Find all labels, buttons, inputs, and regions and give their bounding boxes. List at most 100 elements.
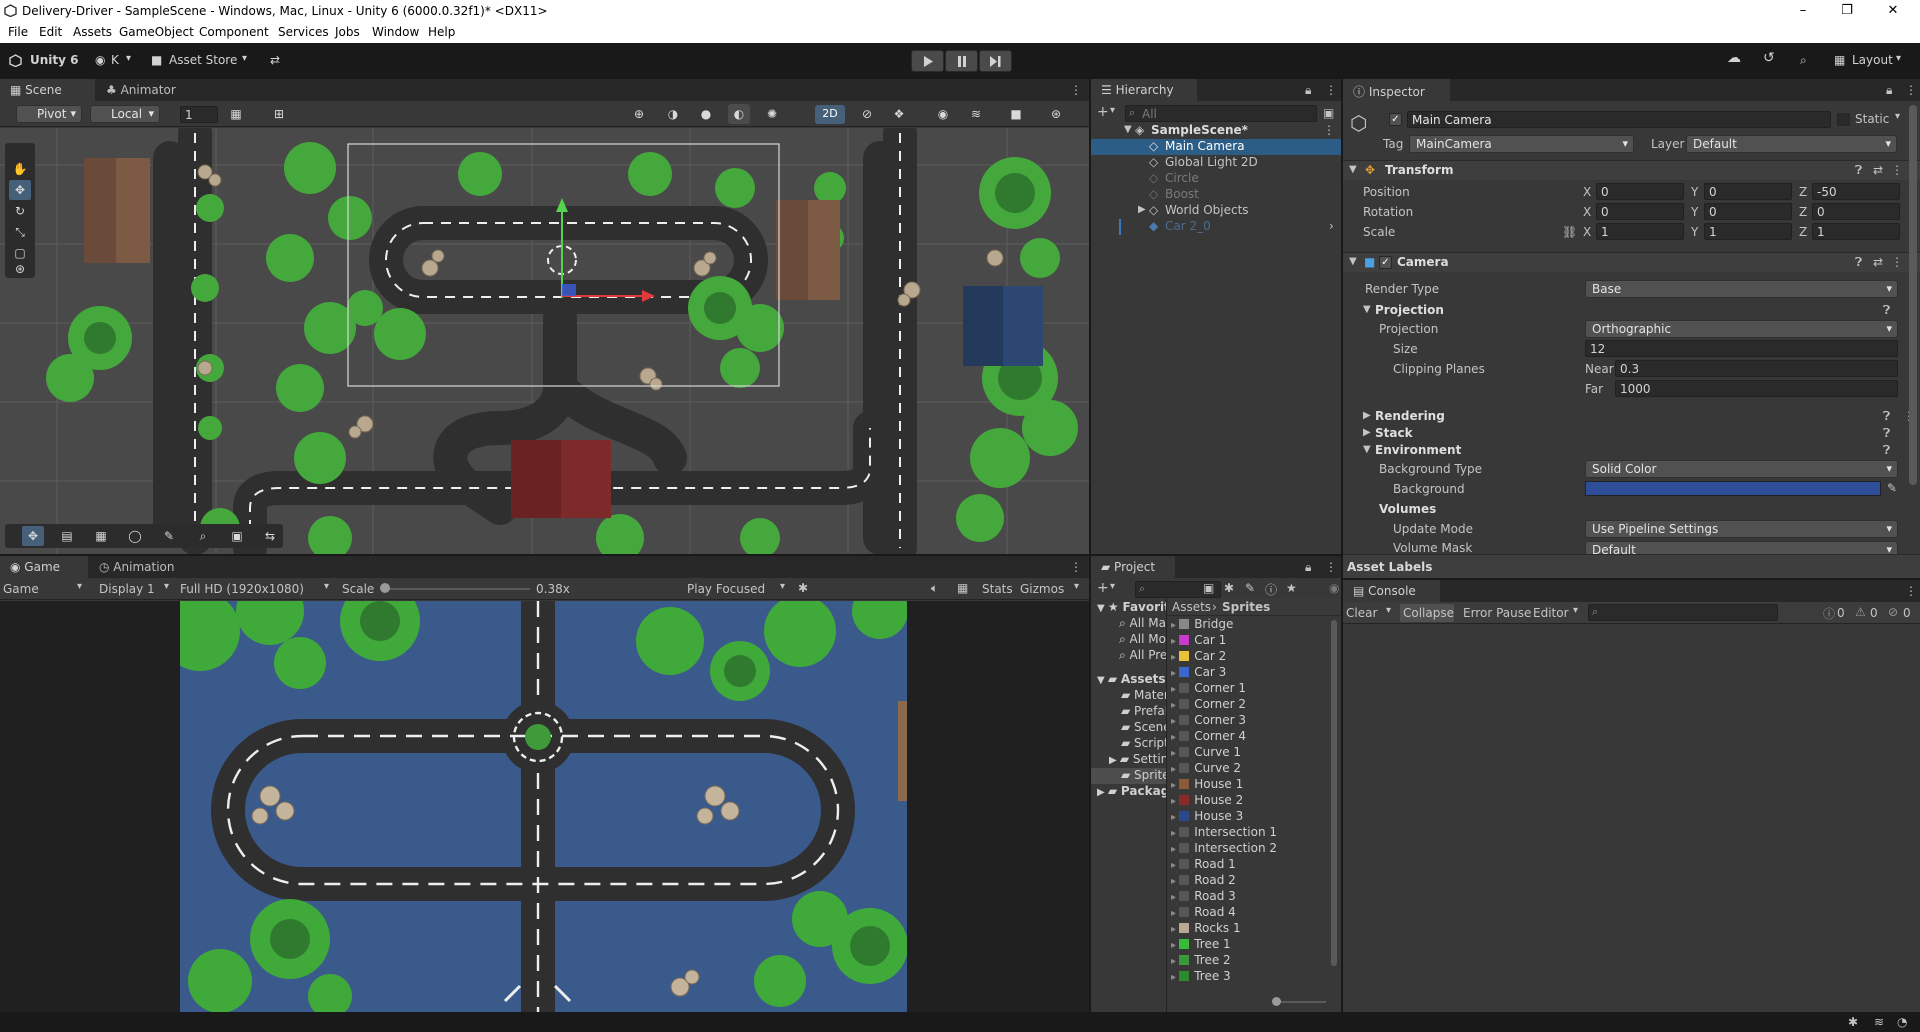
clear-button[interactable]: Clear xyxy=(1346,606,1377,620)
rotation-z-field[interactable]: 0 xyxy=(1812,203,1900,220)
favorite-star-icon[interactable]: ★ xyxy=(1286,581,1297,595)
tab-game[interactable]: ◉ Game xyxy=(0,556,88,578)
tab-animator[interactable]: ♣ Animator xyxy=(96,79,196,101)
info-log-icon[interactable]: ⓘ xyxy=(1823,605,1835,622)
expand-arrow-icon[interactable]: ▸ xyxy=(1171,652,1179,663)
cache-icon[interactable]: ≋ xyxy=(1874,1015,1884,1029)
assets-node[interactable]: ▼ ▰ Assets xyxy=(1091,672,1166,688)
help-icon[interactable]: ❓︎ xyxy=(1883,409,1890,424)
static-checkbox[interactable] xyxy=(1837,113,1850,126)
menu-assets[interactable]: Assets xyxy=(73,25,112,39)
tag-dropdown[interactable]: MainCamera xyxy=(1409,135,1634,153)
expand-arrow-icon[interactable]: ▸ xyxy=(1171,940,1179,951)
expand-arrow-icon[interactable]: ▸ xyxy=(1171,924,1179,935)
tile-palette-icon[interactable]: ▤ xyxy=(56,526,78,546)
near-field[interactable]: 0.3 xyxy=(1615,360,1898,377)
camera-header[interactable]: ▼ ■ ✓ Camera ❓︎ ⇄ ⋮ xyxy=(1343,252,1920,272)
pivot-dropdown[interactable]: Pivot xyxy=(16,105,82,123)
game-viewport[interactable] xyxy=(180,601,907,1012)
folder-item[interactable]: ▰ Materials xyxy=(1121,688,1166,704)
sprite-asset-item[interactable]: ▸ Car 2 xyxy=(1171,649,1226,665)
grid-snap-field[interactable]: 1 xyxy=(180,106,218,123)
hierarchy-item-samplescene[interactable]: ▼ ◈ SampleScene* ⋮ xyxy=(1091,123,1341,139)
icon-size-slider-thumb[interactable] xyxy=(1272,997,1281,1006)
hierarchy-search-input[interactable]: All xyxy=(1125,105,1317,122)
sprite-asset-item[interactable]: ▸ Road 4 xyxy=(1171,905,1236,921)
tab-animation[interactable]: ◷ Animation xyxy=(89,556,189,578)
scale-slider-thumb[interactable] xyxy=(380,583,390,593)
sprite-asset-item[interactable]: ▸ Tree 1 xyxy=(1171,937,1231,953)
expand-arrow-icon[interactable]: ▸ xyxy=(1171,716,1179,727)
expand-arrow-icon[interactable]: ▸ xyxy=(1171,892,1179,903)
object-name-field[interactable]: Main Camera xyxy=(1407,111,1831,128)
menu-edit[interactable]: Edit xyxy=(39,25,62,39)
projection-section-title[interactable]: Projection xyxy=(1375,303,1444,317)
search-icon[interactable]: ⌕ xyxy=(1800,53,1807,68)
menu-gameobject[interactable]: GameObject xyxy=(119,25,194,39)
favorites-node[interactable]: ▼ ★ Favorites xyxy=(1091,600,1166,616)
search-by-label-icon[interactable]: ✎ xyxy=(1245,581,1255,595)
sprite-asset-item[interactable]: ▸ Road 2 xyxy=(1171,873,1236,889)
circle-overlay-icon[interactable]: ◯ xyxy=(124,526,146,546)
help-icon[interactable]: ❓︎ xyxy=(1883,426,1890,441)
play-focused-dropdown[interactable]: Play Focused xyxy=(687,582,765,596)
expand-arrow-icon[interactable]: ▸ xyxy=(1171,796,1179,807)
expand-arrow-icon[interactable]: ▸ xyxy=(1171,876,1179,887)
projection-dropdown[interactable]: Orthographic xyxy=(1585,320,1898,338)
lock-icon[interactable]: 🔒︎ xyxy=(1886,83,1892,98)
expand-arrow-icon[interactable]: ▸ xyxy=(1171,668,1179,679)
scene-visibility-icon[interactable]: ▣ xyxy=(1323,106,1334,120)
inspector-menu-icon[interactable]: ⋮ xyxy=(1905,83,1917,97)
camera-enabled-checkbox[interactable]: ✓ xyxy=(1379,256,1392,269)
minimize-button[interactable]: – xyxy=(1794,2,1812,20)
render-mode-icon[interactable]: ◐ xyxy=(728,104,750,124)
search-by-label-icon[interactable]: ✱ xyxy=(1224,581,1234,595)
sprite-asset-item[interactable]: ▸ Intersection 2 xyxy=(1171,841,1277,857)
background-color-swatch[interactable] xyxy=(1585,481,1881,496)
tab-hierarchy[interactable]: ☰ Hierarchy xyxy=(1091,79,1197,101)
menu-jobs[interactable]: Jobs xyxy=(335,25,360,39)
move-tool-icon[interactable]: ✥ xyxy=(9,180,31,200)
expand-arrow-icon[interactable]: ▸ xyxy=(1171,844,1179,855)
sprite-asset-item[interactable]: ▸ Car 3 xyxy=(1171,665,1226,681)
bug-report-icon[interactable]: ✱ xyxy=(1848,1015,1858,1029)
lock-icon[interactable]: 🔒︎ xyxy=(1305,560,1311,575)
far-field[interactable]: 1000 xyxy=(1615,380,1898,397)
editor-dropdown[interactable]: Editor xyxy=(1533,606,1569,620)
expand-arrow-icon[interactable]: ▸ xyxy=(1171,636,1179,647)
active-checkbox[interactable]: ✓ xyxy=(1389,113,1402,126)
error-pause-button[interactable]: Error Pause xyxy=(1463,606,1531,620)
position-z-field[interactable]: -50 xyxy=(1812,183,1900,200)
scale-x-field[interactable]: 1 xyxy=(1596,223,1684,240)
visibility-eye-icon[interactable]: ◉ xyxy=(932,104,954,124)
expand-arrow-icon[interactable]: ▸ xyxy=(1171,812,1179,823)
rotation-y-field[interactable]: 0 xyxy=(1704,203,1792,220)
layout-dropdown[interactable]: Layout xyxy=(1852,53,1893,67)
expand-arrow-icon[interactable]: ▸ xyxy=(1171,972,1179,983)
sprite-asset-item[interactable]: ▸ House 3 xyxy=(1171,809,1243,825)
menu-window[interactable]: Window xyxy=(372,25,419,39)
expand-arrow-icon[interactable]: ▸ xyxy=(1171,828,1179,839)
count-icon[interactable]: ◉ xyxy=(1329,581,1339,595)
collapse-button[interactable]: Collapse xyxy=(1400,604,1454,622)
expand-arrow-icon[interactable]: ▸ xyxy=(1171,860,1179,871)
stats-button[interactable]: Stats xyxy=(982,582,1013,596)
hidden-packages-icon[interactable]: ⓘ xyxy=(1265,581,1277,598)
audio-mute-icon[interactable]: ⊘ xyxy=(856,104,878,124)
game-mode-dropdown[interactable]: Game xyxy=(3,582,39,596)
size-field[interactable]: 12 xyxy=(1585,340,1898,357)
folder-item[interactable]: ▰ Prefabs xyxy=(1121,704,1166,720)
cloud-icon[interactable]: ☁ xyxy=(1727,50,1741,66)
shuffle-overlay-icon[interactable]: ⇆ xyxy=(259,526,281,546)
expand-arrow-icon[interactable]: ▶ xyxy=(1363,410,1371,421)
link-icon[interactable]: ⛓︎ xyxy=(1562,225,1577,239)
expand-arrow-icon[interactable]: ▸ xyxy=(1171,620,1179,631)
asset-store-button[interactable]: Asset Store xyxy=(169,53,237,67)
rotation-x-field[interactable]: 0 xyxy=(1596,203,1684,220)
expand-arrow-icon[interactable]: ▸ xyxy=(1171,748,1179,759)
hierarchy-menu-icon[interactable]: ⋮ xyxy=(1325,83,1337,97)
hierarchy-item-boost[interactable]: ◇ Boost xyxy=(1091,187,1341,203)
project-scrollbar[interactable] xyxy=(1331,620,1337,966)
chevron-down-icon[interactable]: ▾ xyxy=(1386,605,1391,616)
sprite-asset-item[interactable]: ▸ Corner 1 xyxy=(1171,681,1246,697)
